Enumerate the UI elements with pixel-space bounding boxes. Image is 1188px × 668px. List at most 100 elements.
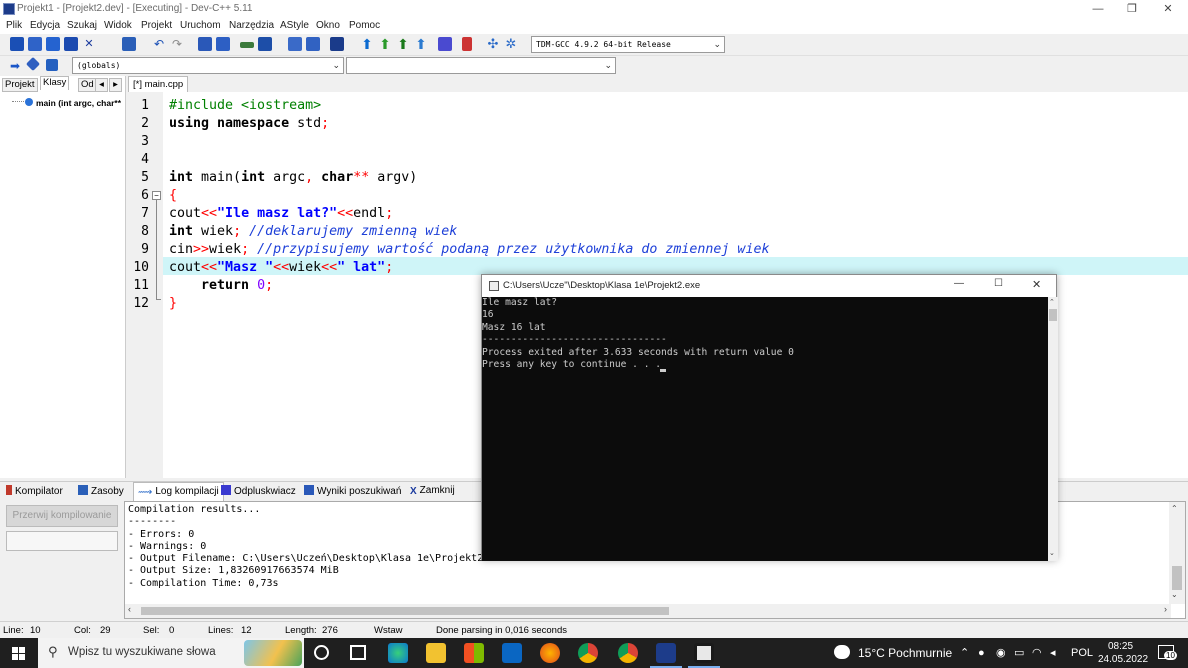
menu-plik[interactable]: Plik [6,20,22,31]
devcpp-taskbar-icon[interactable] [656,643,676,663]
taskbar-search-box[interactable]: ⚲ Wpisz tu wyszukiwane słowa [38,638,304,668]
undo-icon[interactable]: ↶ [152,37,166,51]
menu-projekt[interactable]: Projekt [141,20,172,31]
scroll-right-icon[interactable]: › [1164,604,1167,614]
menu-szukaj[interactable]: Szukaj [67,20,97,31]
console-title-bar[interactable]: C:\Users\Ucze"\Desktop\Klasa 1e\Projekt2… [482,275,1056,297]
fold-collapse-icon[interactable]: − [152,191,161,200]
print-icon[interactable] [122,37,136,51]
line-number: 12 [133,296,149,311]
tab-klasy[interactable]: Klasy [40,76,70,90]
log-vertical-scrollbar[interactable]: ⌃ ⌄ [1169,502,1185,604]
microsoft-store-icon[interactable] [464,643,484,663]
declaration-icon[interactable] [25,56,41,72]
tray-wifi-icon[interactable]: ◠ [1032,638,1042,668]
tab-log-kompilacji[interactable]: ⟿ Log kompilacji [133,482,224,502]
compile-run-icon[interactable] [330,37,344,51]
tab-scroll-left-icon[interactable]: ◂ [95,78,108,92]
windows-start-icon[interactable] [12,647,25,660]
indent-icon[interactable] [240,42,254,48]
find-icon[interactable] [198,37,212,51]
run-icon[interactable] [306,37,320,51]
chrome-profile-icon[interactable] [618,643,638,663]
firefox-icon[interactable] [540,643,560,663]
debug-icon[interactable] [438,37,452,51]
compile-icon[interactable] [288,37,302,51]
console-maximize-button[interactable]: ☐ [994,278,1003,289]
scroll-up-icon[interactable]: ⌃ [1171,504,1178,513]
scroll-left-icon[interactable]: ‹ [128,604,131,614]
task-view-icon[interactable] [350,645,366,660]
minimize-button[interactable]: — [1080,0,1116,18]
console-taskbar-icon[interactable] [694,643,714,663]
log-scroll-thumb[interactable] [1172,566,1182,590]
log-hscroll-thumb[interactable] [141,607,669,615]
arrow-up-dark-icon[interactable]: ⬆ [396,37,410,51]
console-output[interactable]: Ile masz lat? 16 Masz 16 lat -----------… [482,297,1048,561]
tab-kompilator[interactable]: Kompilator [6,485,63,497]
console-close-button[interactable]: ✕ [1032,278,1041,291]
compiler-select[interactable]: TDM-GCC 4.9.2 64-bit Release ⌄ [531,36,725,53]
scroll-down-icon[interactable]: ⌄ [1049,549,1055,557]
menu-uruchom[interactable]: Uruchom [180,20,221,31]
replace-icon[interactable] [216,37,230,51]
new-file-icon[interactable] [10,37,24,51]
console-scrollbar[interactable]: ⌃ ⌄ [1048,297,1058,561]
tray-volume-icon[interactable]: ◂ [1050,638,1056,668]
list-icon[interactable] [258,37,272,51]
save-all-icon[interactable] [64,37,78,51]
file-explorer-icon[interactable] [426,643,446,663]
tree-item-main[interactable]: main (int argc, char** [36,98,121,108]
scroll-up-icon[interactable]: ⌃ [1049,298,1055,306]
weather-text[interactable]: 15°C Pochmurnie [858,638,952,668]
tray-battery-icon[interactable]: ▭ [1014,638,1024,668]
tab-odpluskwiacz[interactable]: Odpluskwiacz [221,485,296,497]
tray-network-icon[interactable]: ◉ [996,638,1006,668]
tab-wyniki-poszukiwan[interactable]: Wyniki poszukiwań [304,485,401,497]
tab-main-cpp[interactable]: [*] main.cpp [128,76,188,92]
chrome-icon[interactable] [578,643,598,663]
search-placeholder: Wpisz tu wyszukiwane słowa [68,646,216,658]
arrow-up-blue-icon[interactable]: ⬆ [414,37,428,51]
goto-icon[interactable]: ➡ [10,59,24,73]
tab-scroll-right-icon[interactable]: ▸ [109,78,122,92]
clock-time[interactable]: 08:25 [1108,641,1133,652]
menu-edycja[interactable]: Edycja [30,20,60,31]
menu-widok[interactable]: Widok [104,20,132,31]
stop-icon[interactable] [462,37,472,51]
menu-narzedzia[interactable]: Narzędzia [229,20,274,31]
redo-icon[interactable]: ↷ [170,37,184,51]
restore-button[interactable]: ❐ [1114,0,1150,18]
save-icon[interactable] [46,37,60,51]
input-language[interactable]: POL [1071,638,1093,668]
function-select[interactable]: ⌄ [346,57,616,74]
cortana-icon[interactable] [314,645,329,660]
tab-zamknij[interactable]: X Zamknij [410,485,455,497]
edge-icon[interactable] [388,643,408,663]
arrow-up-icon[interactable]: ⬆ [360,37,374,51]
tab-projekt[interactable]: Projekt [2,78,38,92]
close-file-icon[interactable]: ✕ [82,37,96,51]
definition-icon[interactable] [46,59,58,71]
mail-icon[interactable] [502,643,522,663]
scroll-down-icon[interactable]: ⌄ [1171,590,1178,599]
clock-date[interactable]: 24.05.2022 [1098,654,1148,665]
arrow-up-green-icon[interactable]: ⬆ [378,37,392,51]
console-minimize-button[interactable]: — [954,278,964,289]
close-button[interactable]: ✕ [1150,0,1186,18]
menu-astyle[interactable]: AStyle [280,20,309,31]
abort-compilation-button[interactable]: Przerwij kompilowanie [6,505,118,527]
profile-icon[interactable]: ✣ [486,37,500,51]
tray-chevron-icon[interactable]: ⌃ [960,638,969,668]
console-window[interactable]: C:\Users\Ucze"\Desktop\Klasa 1e\Projekt2… [481,274,1058,561]
tray-app-icon[interactable]: ● [978,638,985,668]
tab-zasoby[interactable]: Zasoby [78,485,124,497]
menu-okno[interactable]: Okno [316,20,340,31]
scope-select[interactable]: (globals) ⌄ [72,57,344,74]
open-file-icon[interactable] [28,37,42,51]
console-scroll-thumb[interactable] [1049,309,1057,321]
profile-delete-icon[interactable]: ✲ [504,37,518,51]
log-horizontal-scrollbar[interactable]: ‹ › [125,604,1171,618]
tab-od[interactable]: Od [78,78,97,92]
menu-pomoc[interactable]: Pomoc [349,20,380,31]
